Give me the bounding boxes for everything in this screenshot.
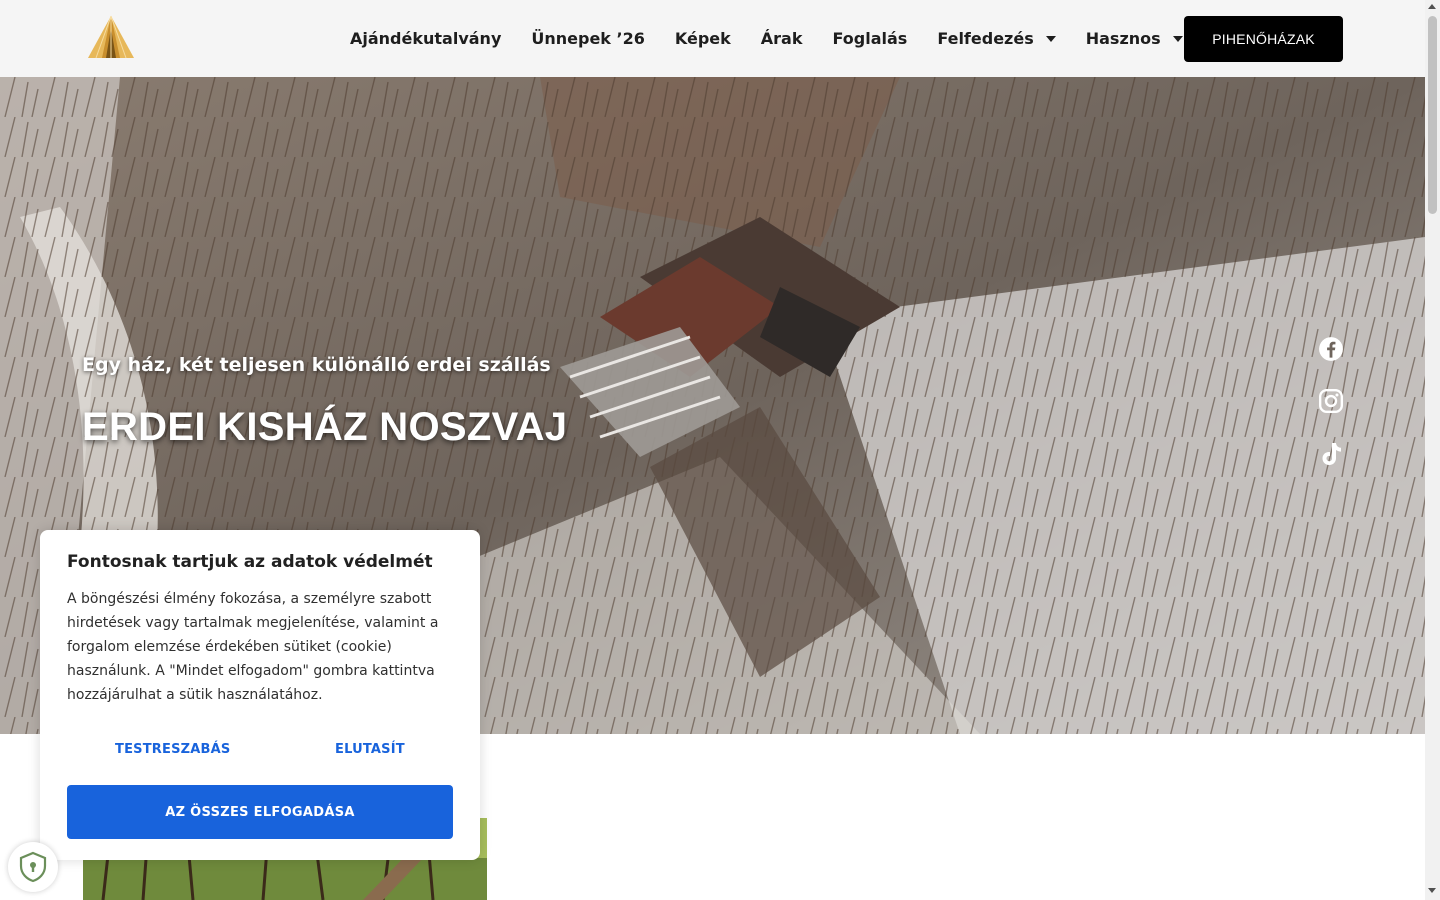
nav-item-foglalas[interactable]: Foglalás	[818, 29, 923, 48]
instagram-icon[interactable]	[1317, 387, 1345, 415]
nav-item-felfedezes[interactable]: Felfedezés	[922, 29, 1070, 48]
nav-item-arak[interactable]: Árak	[746, 29, 818, 48]
scroll-up-arrow-icon[interactable]	[1428, 4, 1436, 9]
hero-title: ERDEI KISHÁZ NOSZVAJ	[82, 405, 568, 449]
caret-down-icon	[1045, 35, 1056, 42]
customize-button[interactable]: TESTRESZABÁS	[115, 742, 230, 757]
hero-subtitle: Egy ház, két teljesen különálló erdei sz…	[82, 354, 551, 376]
nav-item-ajandekutalvany[interactable]: Ajándékutalvány	[335, 29, 516, 48]
nav-label: Ajándékutalvány	[350, 29, 502, 48]
accept-all-button[interactable]: AZ ÖSSZES ELFOGADÁSA	[67, 785, 453, 839]
nav-item-unnepek[interactable]: Ünnepek ’26	[516, 29, 659, 48]
scroll-down-arrow-icon[interactable]	[1428, 888, 1436, 893]
tiktok-icon[interactable]	[1317, 440, 1345, 468]
cookie-text: A böngészési élmény fokozása, a személyr…	[67, 591, 439, 703]
pyramid-logo[interactable]	[86, 14, 136, 60]
nav-label: Képek	[674, 29, 731, 48]
nav-label: Foglalás	[832, 29, 908, 48]
accept-all-label: AZ ÖSSZES ELFOGADÁSA	[165, 804, 355, 820]
pihenohazak-button[interactable]: PIHENŐHÁZAK	[1184, 16, 1343, 62]
cookie-consent-dialog: Fontosnak tartjuk az adatok védelmét A b…	[40, 530, 480, 860]
caret-down-icon	[1172, 35, 1183, 42]
cookie-settings-shield-icon[interactable]	[8, 842, 58, 892]
cookie-title: Fontosnak tartjuk az adatok védelmét	[67, 552, 433, 572]
reject-button[interactable]: ELUTASÍT	[335, 742, 405, 757]
nav-label: Ünnepek ’26	[531, 29, 645, 48]
facebook-icon[interactable]	[1317, 335, 1345, 363]
nav-item-kepek[interactable]: Képek	[660, 29, 746, 48]
main-nav: Ajándékutalvány Ünnepek ’26 Képek Árak F…	[335, 0, 1198, 77]
page-scrollbar[interactable]	[1425, 0, 1440, 900]
nav-item-hasznos[interactable]: Hasznos	[1071, 29, 1198, 48]
site-header: Ajándékutalvány Ünnepek ’26 Képek Árak F…	[0, 0, 1425, 77]
scroll-thumb[interactable]	[1428, 16, 1437, 214]
nav-label: Árak	[760, 29, 803, 48]
nav-label: Felfedezés	[937, 29, 1034, 48]
nav-label: Hasznos	[1085, 29, 1161, 48]
cta-label: PIHENŐHÁZAK	[1212, 31, 1315, 47]
